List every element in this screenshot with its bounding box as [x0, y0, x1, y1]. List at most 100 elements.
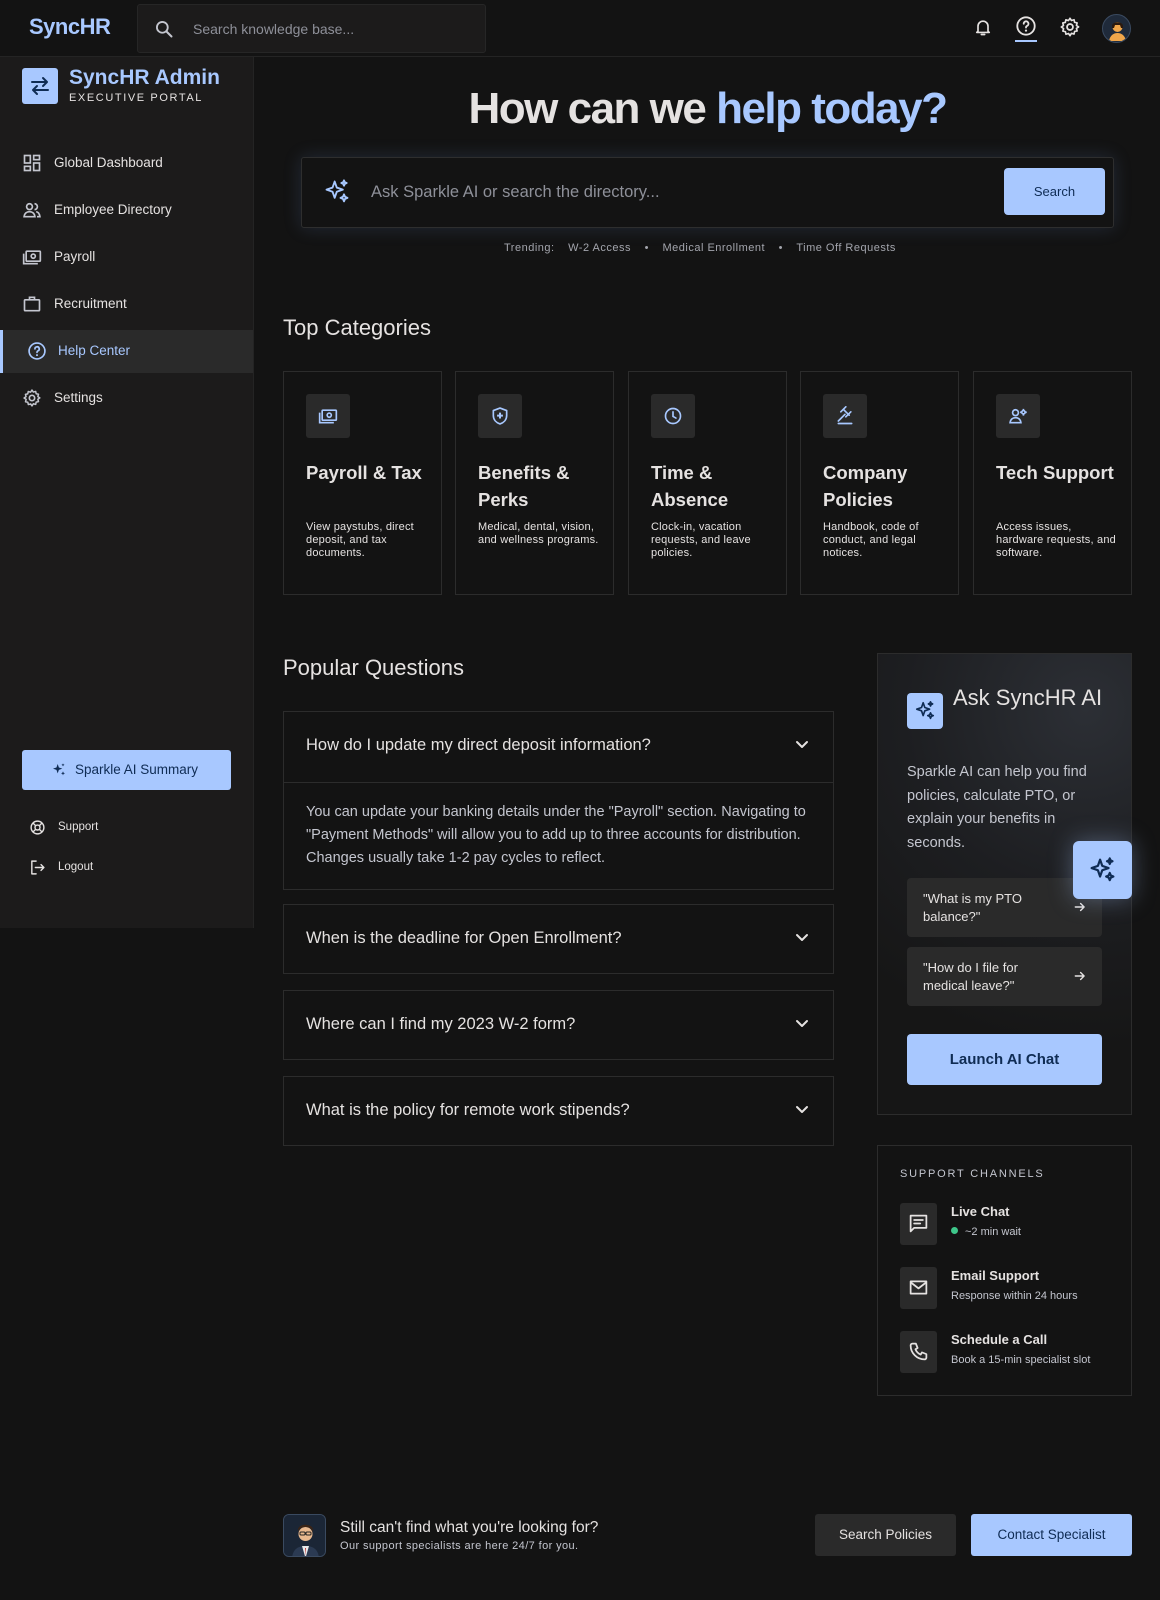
faq-question: What is the policy for remote work stipe…	[306, 1101, 630, 1119]
people-icon	[22, 200, 42, 220]
arrow-right-icon	[1073, 900, 1087, 914]
help-icon[interactable]	[1015, 15, 1037, 37]
search-icon	[154, 19, 174, 39]
sidebar-item-payroll[interactable]: Payroll	[0, 236, 253, 279]
channel-name: Live Chat	[951, 1204, 1010, 1219]
specialist-avatar	[283, 1514, 326, 1557]
sidebar-item-recruitment[interactable]: Recruitment	[0, 283, 253, 326]
launch-ai-chat-button[interactable]: Launch AI Chat	[907, 1034, 1102, 1085]
category-card-time[interactable]: Time & Absence Clock-in, vacation reques…	[628, 371, 787, 595]
channel-live-chat[interactable]: Live Chat ~2 min wait	[900, 1203, 1120, 1247]
shield-icon	[478, 394, 522, 438]
user-avatar[interactable]	[1102, 14, 1131, 43]
footer-subtitle: Our support specialists are here 24/7 fo…	[340, 1540, 579, 1552]
sidebar-subtitle: EXECUTIVE PORTAL	[69, 92, 203, 104]
chat-icon	[900, 1203, 937, 1245]
sidebar-item-settings[interactable]: Settings	[0, 377, 253, 420]
sidebar-logout-link[interactable]: Logout	[29, 859, 93, 876]
faq-item-w2-form[interactable]: Where can I find my 2023 W-2 form?	[283, 990, 834, 1060]
sidebar-item-label: Payroll	[54, 249, 96, 264]
faq-item-direct-deposit[interactable]: How do I update my direct deposit inform…	[283, 711, 834, 890]
prompt-text: "What is my PTO balance?"	[923, 891, 1022, 924]
category-name: Tech Support	[996, 462, 1114, 483]
category-card-payroll[interactable]: Payroll & Tax View paystubs, direct depo…	[283, 371, 442, 595]
faq-question: How do I update my direct deposit inform…	[306, 736, 651, 754]
category-card-benefits[interactable]: Benefits & Perks Medical, dental, vision…	[455, 371, 614, 595]
channel-schedule-call[interactable]: Schedule a Call Book a 15-min specialist…	[900, 1331, 1120, 1375]
notification-icon[interactable]	[973, 16, 993, 38]
payments-icon	[22, 247, 42, 267]
chevron-down-icon	[795, 1019, 809, 1029]
logout-icon	[29, 859, 46, 876]
faq-heading: Popular Questions	[283, 655, 464, 680]
trending-label: Trending:	[504, 242, 555, 254]
channel-sub: Response within 24 hours	[951, 1290, 1078, 1302]
channel-name: Email Support	[951, 1268, 1040, 1283]
faq-question: Where can I find my 2023 W-2 form?	[306, 1015, 576, 1033]
ai-search-bar[interactable]: Ask Sparkle AI or search the directory..…	[301, 157, 1114, 228]
prompt-text: "How do I file for medical leave?"	[923, 960, 1018, 993]
chevron-down-icon	[795, 933, 809, 943]
suggested-prompt-medical-leave[interactable]: "How do I file for medical leave?"	[907, 947, 1102, 1006]
trending-link-medical[interactable]: Medical Enrollment	[662, 242, 765, 254]
help-icon	[27, 341, 47, 361]
sidebar-item-label: Employee Directory	[54, 202, 172, 217]
ai-card-title: Ask SyncHR AI	[953, 685, 1103, 710]
settings-icon[interactable]	[1059, 16, 1081, 38]
category-card-tech-support[interactable]: Tech Support Access issues, hardware req…	[973, 371, 1132, 595]
trending-link-time-off[interactable]: Time Off Requests	[796, 242, 896, 254]
sparkle-icon	[907, 693, 943, 729]
sidebar: SyncHR Admin EXECUTIVE PORTAL Global Das…	[0, 57, 254, 928]
category-name: Payroll & Tax	[306, 462, 422, 483]
faq-answer: You can update your banking details unde…	[284, 782, 833, 889]
ai-chat-fab[interactable]	[1073, 841, 1132, 899]
sidebar-support-link[interactable]: Support	[29, 819, 98, 836]
channel-name: Schedule a Call	[951, 1332, 1048, 1347]
category-card-policies[interactable]: Company Policies Handbook, code of condu…	[800, 371, 959, 595]
contact-specialist-button[interactable]: Contact Specialist	[971, 1514, 1132, 1556]
channel-status: ~2 min wait	[951, 1226, 1021, 1238]
support-channels-card: SUPPORT CHANNELS Live Chat ~2 min wait E…	[877, 1145, 1132, 1396]
support-label: Support	[58, 821, 99, 833]
category-name: Company Policies	[823, 462, 908, 510]
search-button[interactable]: Search	[1004, 168, 1105, 215]
sparkle-icon	[323, 178, 351, 206]
separator: •	[778, 242, 783, 254]
category-name: Time & Absence	[651, 462, 729, 510]
category-desc: Medical, dental, vision, and wellness pr…	[478, 521, 599, 546]
knowledge-search[interactable]	[137, 4, 486, 53]
sidebar-item-employee-directory[interactable]: Employee Directory	[0, 189, 253, 232]
separator: •	[644, 242, 649, 254]
trending-link-w2[interactable]: W-2 Access	[568, 242, 631, 254]
swap-icon[interactable]	[22, 68, 58, 104]
support-heading: SUPPORT CHANNELS	[900, 1168, 1045, 1180]
categories-heading: Top Categories	[283, 315, 431, 340]
faq-item-remote-stipends[interactable]: What is the policy for remote work stipe…	[283, 1076, 834, 1146]
hero-title-main: How can we	[468, 84, 717, 133]
briefcase-icon	[22, 294, 42, 314]
top-bar: SyncHR	[0, 0, 1160, 57]
gear-icon	[22, 388, 42, 408]
clock-icon	[651, 394, 695, 438]
sidebar-item-global-dashboard[interactable]: Global Dashboard	[0, 142, 253, 185]
category-name: Benefits & Perks	[478, 462, 570, 510]
sparkle-ai-summary-button[interactable]: Sparkle AI Summary	[22, 750, 231, 790]
knowledge-search-input[interactable]	[193, 5, 473, 52]
category-desc: Access issues, hardware requests, and so…	[996, 521, 1116, 559]
sidebar-item-help-center[interactable]: Help Center	[0, 330, 253, 373]
hero-title: How can we help today?	[290, 84, 1125, 134]
logout-label: Logout	[58, 861, 94, 873]
sidebar-item-label: Recruitment	[54, 296, 127, 311]
hero-title-accent: help today?	[716, 84, 948, 133]
footer-title: Still can't find what you're looking for…	[340, 1519, 599, 1536]
trending-row: Trending: W-2 Access • Medical Enrollmen…	[504, 242, 906, 254]
ai-search-input[interactable]: Ask Sparkle AI or search the directory..…	[371, 183, 660, 202]
sidebar-item-label: Settings	[54, 390, 103, 405]
gavel-icon	[823, 394, 867, 438]
channel-email-support[interactable]: Email Support Response within 24 hours	[900, 1267, 1120, 1311]
search-policies-button[interactable]: Search Policies	[815, 1514, 956, 1556]
brand-logo[interactable]: SyncHR	[29, 14, 111, 40]
faq-item-open-enrollment[interactable]: When is the deadline for Open Enrollment…	[283, 904, 834, 974]
channel-sub: ~2 min wait	[965, 1226, 1021, 1238]
payments-icon	[306, 394, 350, 438]
